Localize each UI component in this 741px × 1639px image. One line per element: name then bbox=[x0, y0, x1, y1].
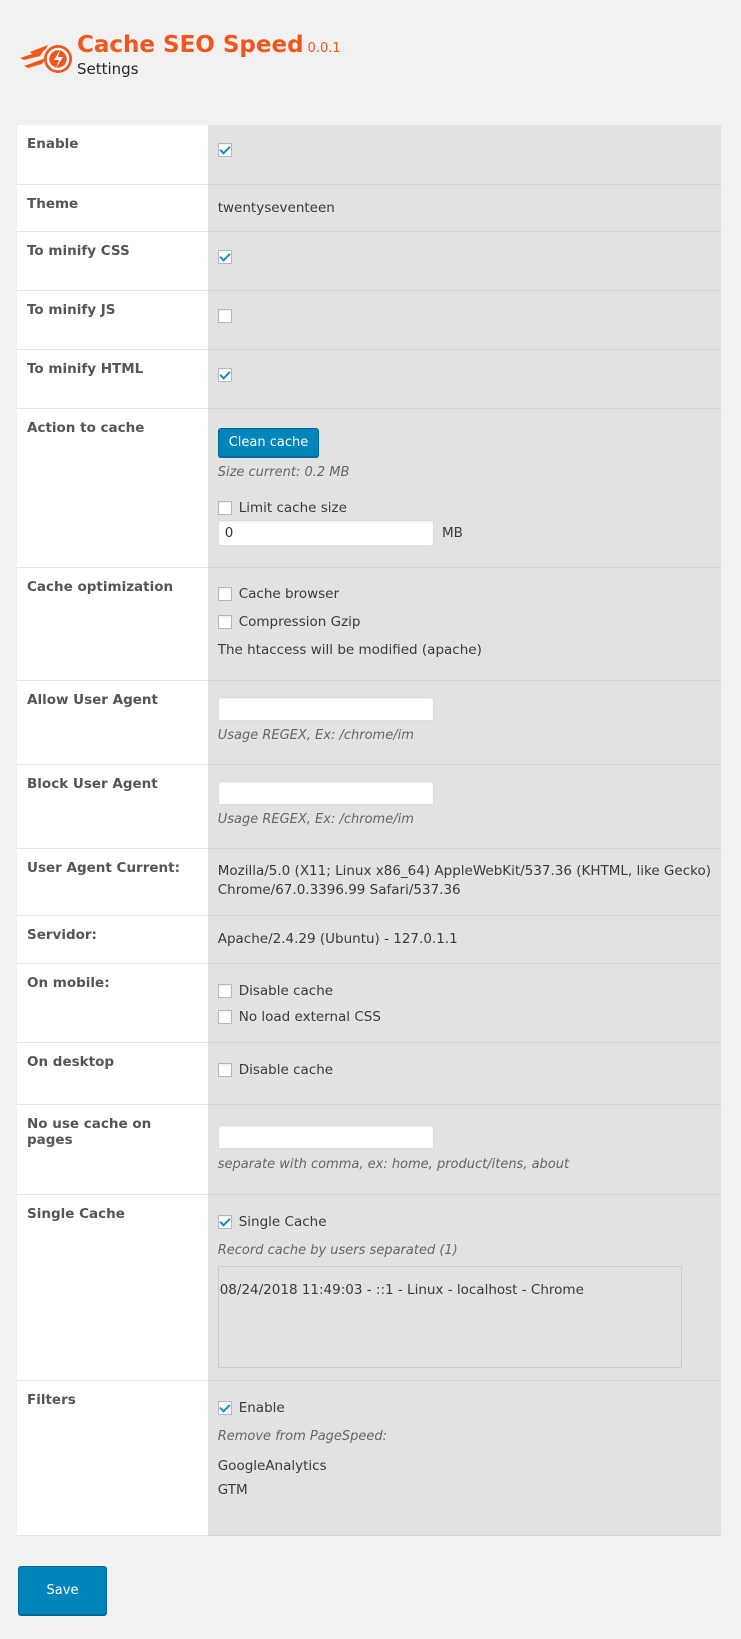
no-load-css-label: No load external CSS bbox=[238, 1008, 381, 1025]
row-minify-js: To minify JS bbox=[17, 290, 721, 350]
mobile-disable-cache-label: Disable cache bbox=[238, 982, 334, 999]
no-load-css-checkbox[interactable] bbox=[217, 1010, 232, 1024]
row-enable: Enable bbox=[17, 125, 721, 185]
row-label: Block User Agent bbox=[17, 764, 208, 849]
save-button[interactable]: Save bbox=[18, 1566, 107, 1615]
block-user-agent-hint: Usage REGEX, Ex: /chrome/im bbox=[217, 811, 414, 827]
row-single-cache: Single Cache Single Cache Record cache b… bbox=[17, 1194, 721, 1381]
cache-browser-checkbox[interactable] bbox=[217, 587, 232, 601]
cache-log-entry: 08/24/2018 11:49:03 - ::1 - Linux - loca… bbox=[219, 1281, 584, 1298]
compression-gzip-checkbox[interactable] bbox=[217, 615, 232, 629]
row-label: On desktop bbox=[17, 1042, 208, 1105]
version-label: 0.0.1 bbox=[307, 41, 341, 56]
row-label: To minify CSS bbox=[17, 231, 208, 291]
block-user-agent-input[interactable] bbox=[217, 780, 434, 805]
row-label: Single Cache bbox=[17, 1194, 208, 1381]
user-agent-line-2: Chrome/67.0.3396.99 Safari/537.36 bbox=[217, 881, 461, 898]
no-use-cache-hint: separate with comma, ex: home, product/i… bbox=[217, 1156, 570, 1172]
record-cache-label: Record cache by users separated (1) bbox=[217, 1242, 458, 1258]
app-title: Cache SEO Speed 0.0.1 bbox=[77, 32, 341, 58]
unit-label: MB bbox=[442, 524, 463, 541]
limit-cache-input[interactable] bbox=[217, 519, 434, 546]
row-block-user-agent: Block User Agent Usage REGEX, Ex: /chrom… bbox=[17, 764, 721, 849]
filters-enable-label: Enable bbox=[238, 1399, 285, 1416]
minify-js-checkbox[interactable] bbox=[217, 308, 232, 323]
row-action-to-cache: Action to cache Clean cache Size current… bbox=[17, 408, 721, 568]
filter-item: GTM bbox=[217, 1481, 248, 1498]
minify-css-checkbox[interactable] bbox=[217, 249, 232, 264]
theme-value: twentyseventeen bbox=[217, 199, 335, 216]
allow-user-agent-hint: Usage REGEX, Ex: /chrome/im bbox=[217, 727, 414, 743]
enable-checkbox[interactable] bbox=[217, 143, 232, 157]
row-filters: Filters Enable Remove from PageSpeed: Go… bbox=[17, 1380, 721, 1536]
row-servidor: Servidor: Apache/2.4.29 (Ubuntu) - 127.0… bbox=[17, 915, 721, 964]
servidor-value: Apache/2.4.29 (Ubuntu) - 127.0.1.1 bbox=[217, 930, 458, 947]
row-label: Cache optimization bbox=[17, 567, 208, 681]
row-no-use-cache: No use cache on pages separate with comm… bbox=[17, 1104, 721, 1195]
single-cache-label: Single Cache bbox=[238, 1213, 327, 1230]
limit-cache-checkbox[interactable] bbox=[217, 501, 232, 515]
desktop-disable-cache-label: Disable cache bbox=[238, 1061, 334, 1078]
mobile-disable-cache-checkbox[interactable] bbox=[217, 984, 232, 998]
row-on-mobile: On mobile: Disable cache No load externa… bbox=[17, 963, 721, 1043]
row-theme: Theme twentyseventeen bbox=[17, 184, 721, 232]
compression-gzip-label: Compression Gzip bbox=[238, 613, 361, 630]
clean-cache-button[interactable]: Clean cache bbox=[217, 427, 320, 457]
row-label: Filters bbox=[17, 1380, 208, 1536]
row-allow-user-agent: Allow User Agent Usage REGEX, Ex: /chrom… bbox=[17, 680, 721, 765]
row-label: On mobile: bbox=[17, 963, 208, 1043]
row-label: Action to cache bbox=[17, 408, 208, 568]
row-label: Allow User Agent bbox=[17, 680, 208, 765]
filter-item: GoogleAnalytics bbox=[217, 1457, 327, 1474]
allow-user-agent-input[interactable] bbox=[217, 696, 434, 721]
row-label: User Agent Current: bbox=[17, 848, 208, 916]
row-user-agent-current: User Agent Current: Mozilla/5.0 (X11; Li… bbox=[17, 848, 721, 916]
desktop-disable-cache-checkbox[interactable] bbox=[217, 1063, 232, 1077]
cache-log-textarea[interactable]: 08/24/2018 11:49:03 - ::1 - Linux - loca… bbox=[217, 1265, 682, 1368]
limit-cache-label: Limit cache size bbox=[238, 499, 347, 516]
row-label: Servidor: bbox=[17, 915, 208, 964]
row-label: No use cache on pages bbox=[17, 1104, 208, 1195]
htaccess-note: The htaccess will be modified (apache) bbox=[217, 641, 482, 658]
filters-enable-checkbox[interactable] bbox=[217, 1401, 232, 1415]
no-use-cache-input[interactable] bbox=[217, 1124, 434, 1149]
speed-logo-icon bbox=[20, 45, 72, 73]
row-minify-html: To minify HTML bbox=[17, 349, 721, 409]
single-cache-checkbox[interactable] bbox=[217, 1215, 232, 1229]
row-on-desktop: On desktop Disable cache bbox=[17, 1042, 721, 1105]
row-label: To minify JS bbox=[17, 290, 208, 350]
minify-html-checkbox[interactable] bbox=[217, 367, 232, 382]
user-agent-line-1: Mozilla/5.0 (X11; Linux x86_64) AppleWeb… bbox=[217, 862, 711, 879]
row-label: Theme bbox=[17, 184, 208, 232]
page-subtitle: Settings bbox=[77, 60, 139, 78]
remove-from-pagespeed-label: Remove from PageSpeed: bbox=[217, 1428, 388, 1444]
row-minify-css: To minify CSS bbox=[17, 231, 721, 291]
cache-browser-label: Cache browser bbox=[238, 585, 340, 602]
row-label: To minify HTML bbox=[17, 349, 208, 409]
settings-table: Enable Theme twentyseventeen To minify C… bbox=[17, 125, 721, 1536]
size-current-text: Size current: 0.2 MB bbox=[217, 464, 350, 480]
row-cache-optimization: Cache optimization Cache browser Compres… bbox=[17, 567, 721, 681]
row-label: Enable bbox=[17, 125, 208, 185]
page-header: Cache SEO Speed 0.0.1 Settings bbox=[18, 30, 718, 80]
